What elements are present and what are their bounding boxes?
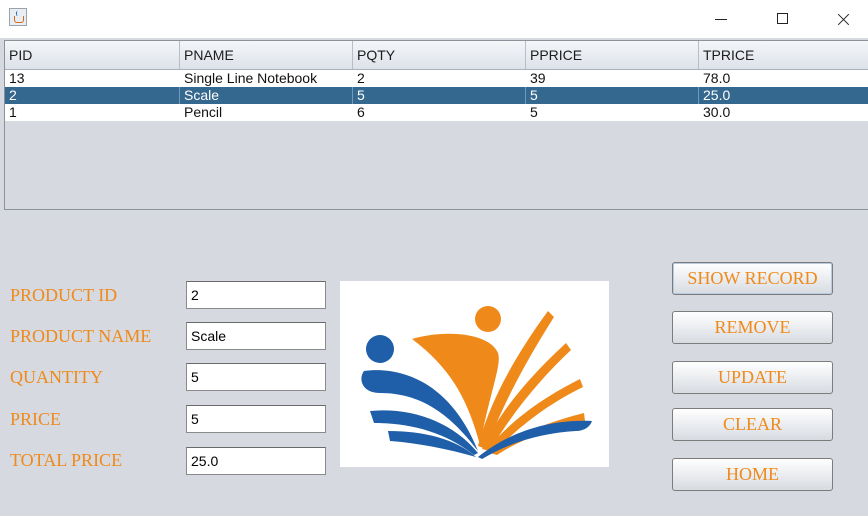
cell-pqty: 2: [357, 70, 365, 86]
table-header: PID PNAME PQTY PPRICE TPRICE: [5, 41, 868, 70]
total-price-field[interactable]: [186, 447, 326, 475]
price-field[interactable]: [186, 405, 326, 433]
cell-pprice: 5: [530, 104, 538, 120]
cell-pid: 13: [9, 70, 25, 86]
column-header-pname[interactable]: PNAME: [180, 41, 353, 69]
column-header-pprice[interactable]: PPRICE: [526, 41, 699, 69]
cell-tprice: 30.0: [703, 104, 731, 120]
table-row[interactable]: 13 Single Line Notebook 2 39 78.0: [5, 70, 868, 87]
product-id-field[interactable]: [186, 281, 326, 309]
home-button[interactable]: HOME: [672, 458, 833, 491]
cell-tprice: 25.0: [703, 87, 731, 103]
cell-pname: Scale: [180, 87, 353, 104]
update-button[interactable]: UPDATE: [672, 361, 833, 394]
product-id-label: PRODUCT ID: [10, 285, 118, 305]
cell-tprice: 78.0: [703, 70, 731, 86]
cell-pprice: 39: [530, 70, 546, 86]
column-header-pid[interactable]: PID: [5, 41, 180, 69]
cell-pqty: 5: [353, 87, 526, 104]
quantity-label: QUANTITY: [10, 367, 103, 387]
cell-pprice: 5: [526, 87, 699, 104]
product-name-label: PRODUCT NAME: [10, 326, 152, 346]
title-bar: [0, 0, 868, 38]
java-cup-icon: [9, 8, 27, 26]
close-icon[interactable]: [820, 0, 866, 38]
app-window: PID PNAME PQTY PPRICE TPRICE 13 Single L…: [0, 0, 868, 516]
cell-pname: Single Line Notebook: [184, 70, 318, 86]
cell-pname: Pencil: [184, 104, 223, 120]
price-label: PRICE: [10, 409, 62, 429]
table-row-selected[interactable]: 2 Scale 5 5 25.0: [5, 87, 868, 104]
maximize-icon[interactable]: [760, 0, 806, 38]
table-row[interactable]: 1 Pencil 6 5 30.0: [5, 104, 868, 121]
remove-button[interactable]: REMOVE: [672, 311, 833, 344]
minimize-icon[interactable]: [698, 0, 744, 38]
product-name-field[interactable]: [186, 322, 326, 350]
column-header-pqty[interactable]: PQTY: [353, 41, 526, 69]
show-record-button[interactable]: SHOW RECORD: [672, 262, 833, 295]
quantity-field[interactable]: [186, 363, 326, 391]
cell-pid: 2: [5, 87, 180, 104]
column-header-tprice[interactable]: TPRICE: [699, 41, 868, 69]
clear-button[interactable]: CLEAR: [672, 408, 833, 441]
product-table: PID PNAME PQTY PPRICE TPRICE 13 Single L…: [4, 40, 868, 210]
open-book-logo-icon: [361, 306, 592, 459]
cell-pqty: 6: [357, 104, 365, 120]
cell-pid: 1: [9, 104, 17, 120]
total-price-label: TOTAL PRICE: [10, 450, 123, 470]
education-logo-image: [340, 281, 609, 467]
